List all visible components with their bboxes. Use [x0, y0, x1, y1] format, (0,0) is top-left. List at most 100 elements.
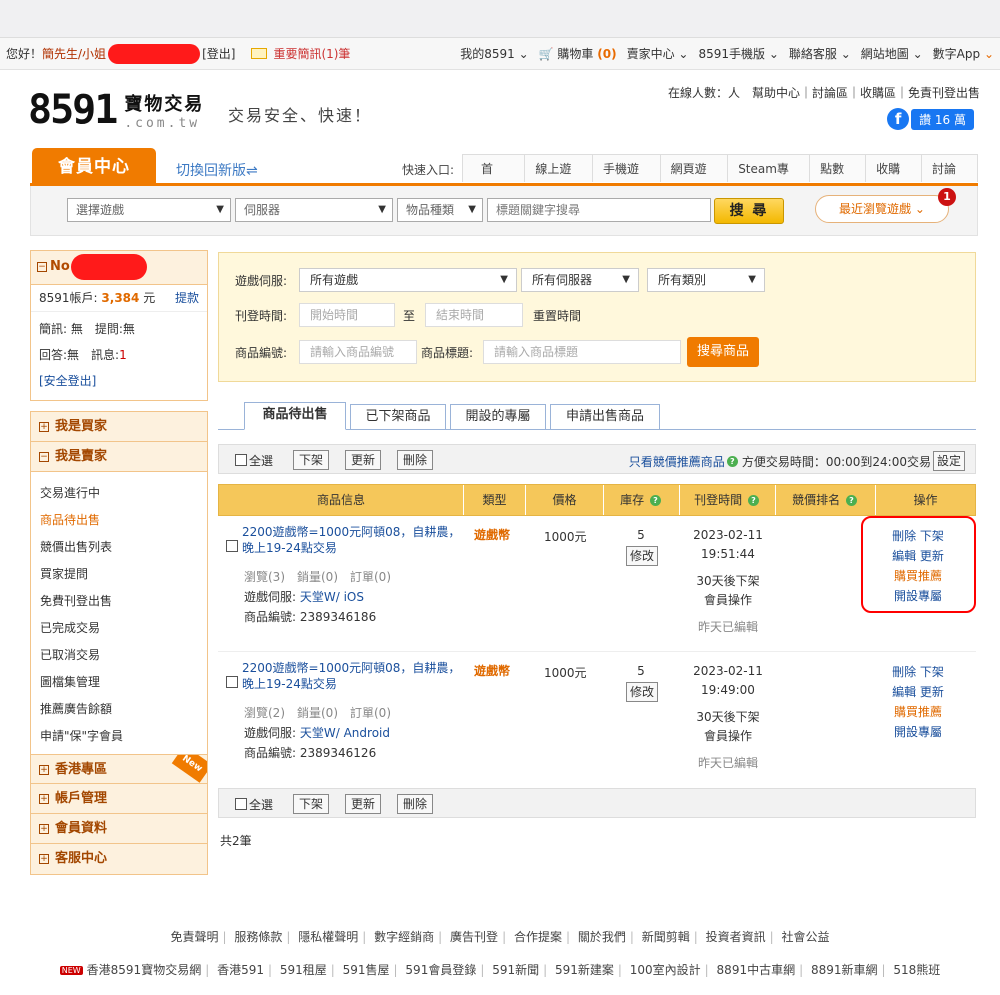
- quick-link[interactable]: 線上遊戲: [524, 155, 592, 204]
- keyword-input[interactable]: 標題關鍵字搜尋: [487, 198, 711, 222]
- facebook-like[interactable]: f 讚 16 萬: [887, 108, 974, 130]
- row-checkbox[interactable]: [226, 676, 238, 688]
- switch-new-version[interactable]: 切換回新版⇌: [176, 160, 258, 180]
- sidebar-item-guarantee-member[interactable]: 申請"保"字會員: [31, 723, 207, 750]
- account-mgmt-section[interactable]: + 帳戶管理: [31, 784, 207, 814]
- member-info-section[interactable]: + 會員資料: [31, 814, 207, 844]
- footer-link[interactable]: 591會員登錄: [405, 963, 476, 977]
- quick-link[interactable]: 手機遊戲: [591, 155, 660, 204]
- server-filter-select[interactable]: 所有伺服器 ▼: [521, 268, 639, 292]
- server-select[interactable]: 伺服器 ▼: [235, 198, 393, 222]
- hk-section[interactable]: + 香港專區 New: [31, 754, 207, 784]
- sidebar-item-completed[interactable]: 已完成交易: [31, 615, 207, 642]
- sidebar-item-image-manager[interactable]: 圖檔集管理: [31, 669, 207, 696]
- sidebar-item-ad-balance[interactable]: 推薦廣告餘額: [31, 696, 207, 723]
- category-filter-select[interactable]: 所有類別 ▼: [647, 268, 765, 292]
- contact-menu[interactable]: 聯絡客服 ⌄: [789, 45, 851, 62]
- select-all-checkbox[interactable]: [235, 798, 247, 810]
- footer-link[interactable]: 投資者資訊: [706, 930, 766, 944]
- help-icon[interactable]: ?: [726, 455, 738, 467]
- help-icon[interactable]: ?: [845, 495, 857, 506]
- footer-link[interactable]: 免責聲明: [170, 930, 218, 944]
- only-bid-link[interactable]: 只看競價推薦商品: [629, 453, 725, 470]
- offline-button[interactable]: 下架: [293, 794, 329, 814]
- help-icon[interactable]: ?: [747, 495, 759, 506]
- game-select[interactable]: 選擇遊戲 ▼: [67, 198, 231, 222]
- tab-exclusive[interactable]: 開設的專屬: [450, 404, 546, 430]
- logout-link[interactable]: [登出]: [202, 45, 235, 62]
- reset-time-link[interactable]: 重置時間: [533, 307, 581, 324]
- footer-link[interactable]: 新聞剪輯: [642, 930, 690, 944]
- search-products-button[interactable]: 搜尋商品: [687, 337, 759, 367]
- quick-link[interactable]: 收購區: [865, 155, 921, 204]
- buyer-section[interactable]: + 我是買家: [31, 412, 207, 442]
- offline-button[interactable]: 下架: [293, 450, 329, 470]
- seller-section[interactable]: − 我是賣家: [31, 442, 207, 472]
- sidebar-item-pending-sale[interactable]: 商品待出售: [31, 507, 207, 534]
- type-select[interactable]: 物品種類 ▼: [397, 198, 483, 222]
- sitemap-menu[interactable]: 網站地圖 ⌄: [861, 45, 923, 62]
- cart-link[interactable]: 🛒 購物車 (0): [539, 45, 617, 62]
- setting-button[interactable]: 設定: [932, 451, 965, 471]
- edit-link[interactable]: 編輯: [892, 685, 916, 699]
- mail-notice[interactable]: 重要簡訊(1)筆: [251, 45, 350, 62]
- quick-link[interactable]: 點數卡: [809, 155, 865, 204]
- footer-link[interactable]: 社會公益: [782, 930, 830, 944]
- collapse-icon[interactable]: −: [37, 261, 47, 272]
- item-title[interactable]: 2200遊戲幣=1000元阿頓08，自耕農，晚上19-24點交易: [242, 524, 464, 556]
- item-title[interactable]: 2200遊戲幣=1000元阿頓08，自耕農，晚上19-24點交易: [242, 660, 464, 692]
- footer-link[interactable]: 591售屋: [343, 963, 390, 977]
- modify-stock-button[interactable]: 修改: [626, 546, 659, 566]
- end-date-input[interactable]: 結束時間: [425, 303, 523, 327]
- my-8591-menu[interactable]: 我的8591 ⌄: [460, 45, 528, 62]
- delete-button[interactable]: 刪除: [397, 450, 433, 470]
- delete-link[interactable]: 刪除: [892, 665, 916, 679]
- footer-link[interactable]: 8891中古車網: [717, 963, 796, 977]
- select-all-checkbox[interactable]: [235, 454, 247, 466]
- quick-link[interactable]: 首頁: [463, 155, 524, 204]
- footer-link[interactable]: 關於我們: [578, 930, 626, 944]
- sidebar-item-trading[interactable]: 交易進行中: [31, 480, 207, 507]
- tab-pending-sale[interactable]: 商品待出售: [244, 402, 346, 430]
- product-id-input[interactable]: 請輸入商品編號: [299, 340, 417, 364]
- header-links[interactable]: 在線人數：人 幫助中心｜討論區｜收購區｜免責刊登出售: [668, 84, 980, 101]
- refresh-button[interactable]: 更新: [345, 450, 381, 470]
- footer-link[interactable]: 服務條款: [234, 930, 282, 944]
- help-icon[interactable]: ?: [649, 495, 661, 506]
- safe-logout-link[interactable]: [安全登出]: [31, 368, 207, 400]
- footer-link[interactable]: 廣告刊登: [450, 930, 498, 944]
- footer-link[interactable]: 香港591: [217, 963, 264, 977]
- footer-link[interactable]: 591租屋: [280, 963, 327, 977]
- quick-link[interactable]: 討論區: [921, 155, 977, 204]
- site-logo[interactable]: 8591 寶物交易 .com.tw: [28, 90, 204, 131]
- product-title-input[interactable]: 請輸入商品標題: [483, 340, 681, 364]
- mobile-menu[interactable]: 8591手機版 ⌄: [698, 45, 778, 62]
- open-exclusive-link[interactable]: 開設專屬: [894, 725, 942, 739]
- footer-link[interactable]: 518熊班: [893, 963, 940, 977]
- seller-center-menu[interactable]: 賣家中心 ⌄: [627, 45, 689, 62]
- footer-link[interactable]: 591新建案: [555, 963, 614, 977]
- search-button[interactable]: 搜 尋: [714, 198, 784, 224]
- footer-link[interactable]: 數字經銷商: [374, 930, 434, 944]
- game-filter-select[interactable]: 所有遊戲 ▼: [299, 268, 517, 292]
- withdraw-link[interactable]: 提款: [175, 289, 199, 307]
- footer-link[interactable]: 香港8591寶物交易網: [87, 963, 202, 977]
- start-date-input[interactable]: 開始時間: [299, 303, 395, 327]
- buy-recommend-link[interactable]: 購買推薦: [894, 705, 942, 719]
- sidebar-item-free-listing[interactable]: 免費刊登出售: [31, 588, 207, 615]
- footer-link[interactable]: 隱私權聲明: [298, 930, 358, 944]
- tab-member-center[interactable]: 會員中心: [32, 148, 156, 186]
- support-section[interactable]: + 客服中心: [31, 844, 207, 874]
- sidebar-item-cancelled[interactable]: 已取消交易: [31, 642, 207, 669]
- footer-link[interactable]: 合作提案: [514, 930, 562, 944]
- refresh-link[interactable]: 更新: [920, 685, 944, 699]
- footer-link[interactable]: 8891新車網: [811, 963, 878, 977]
- app-menu[interactable]: 數字App ⌄: [933, 45, 994, 62]
- modify-stock-button[interactable]: 修改: [626, 682, 659, 702]
- footer-link[interactable]: 100室內設計: [630, 963, 701, 977]
- quick-link[interactable]: 網頁遊戲: [659, 155, 728, 204]
- delete-button[interactable]: 刪除: [397, 794, 433, 814]
- offline-link[interactable]: 下架: [920, 665, 944, 679]
- footer-link[interactable]: 591新聞: [492, 963, 539, 977]
- recent-games-button[interactable]: 最近瀏覽遊戲 ⌄ 1: [815, 188, 956, 223]
